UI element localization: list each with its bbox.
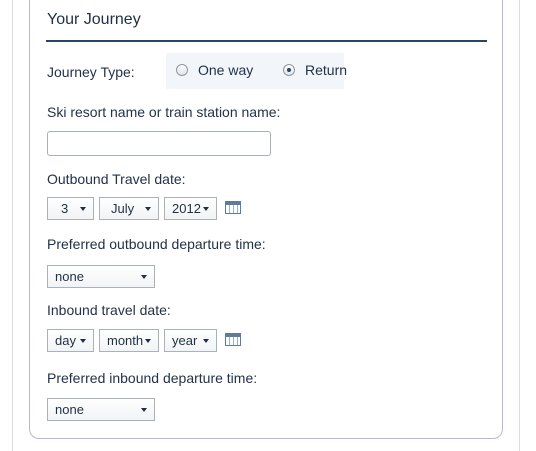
- return-label: Return: [305, 62, 348, 78]
- inbound-year-value: year: [172, 333, 198, 348]
- inbound-month-value: month: [107, 333, 144, 348]
- outbound-date-label: Outbound Travel date:: [47, 171, 186, 187]
- chevron-down-icon: [203, 206, 209, 211]
- chevron-down-icon: [80, 338, 86, 343]
- inbound-day-select[interactable]: day: [47, 329, 94, 352]
- inbound-year-select[interactable]: year: [164, 329, 217, 352]
- destination-input[interactable]: [47, 131, 271, 156]
- calendar-icon[interactable]: [225, 333, 241, 346]
- title-divider: [46, 40, 487, 42]
- outbound-year-value: 2012: [172, 201, 201, 216]
- inbound-time-value: none: [55, 402, 84, 417]
- outbound-year-select[interactable]: 2012: [164, 197, 217, 220]
- page-border-right: [519, 0, 520, 451]
- chevron-down-icon: [145, 206, 151, 211]
- outbound-day-value: 3: [61, 201, 69, 216]
- journey-type-label: Journey Type:: [47, 64, 135, 80]
- return-option[interactable]: Return: [283, 62, 347, 78]
- chevron-down-icon: [145, 338, 151, 343]
- one-way-label: One way: [198, 62, 254, 78]
- page-border-left: [12, 0, 13, 451]
- chevron-down-icon: [203, 338, 209, 343]
- outbound-month-value: July: [111, 201, 135, 216]
- outbound-month-select[interactable]: July: [99, 197, 159, 220]
- outbound-time-value: none: [55, 269, 84, 284]
- inbound-time-select[interactable]: none: [47, 398, 155, 421]
- chevron-down-icon: [141, 274, 147, 279]
- one-way-radio[interactable]: [176, 64, 188, 76]
- outbound-time-select[interactable]: none: [47, 265, 155, 288]
- journey-type-radio-group: One way Return: [166, 53, 347, 89]
- outbound-day-select[interactable]: 3: [47, 197, 94, 220]
- inbound-date-label: Inbound travel date:: [47, 302, 171, 318]
- destination-label: Ski resort name or train station name:: [47, 104, 281, 120]
- inbound-day-value: day: [55, 333, 76, 348]
- chevron-down-icon: [141, 407, 147, 412]
- chevron-down-icon: [80, 206, 86, 211]
- return-radio[interactable]: [283, 64, 295, 76]
- outbound-time-label: Preferred outbound departure time:: [47, 236, 266, 252]
- section-title: Your Journey: [47, 11, 141, 28]
- one-way-option[interactable]: One way: [176, 62, 253, 78]
- calendar-icon[interactable]: [225, 201, 241, 214]
- inbound-month-select[interactable]: month: [99, 329, 159, 352]
- inbound-time-label: Preferred inbound departure time:: [47, 370, 258, 386]
